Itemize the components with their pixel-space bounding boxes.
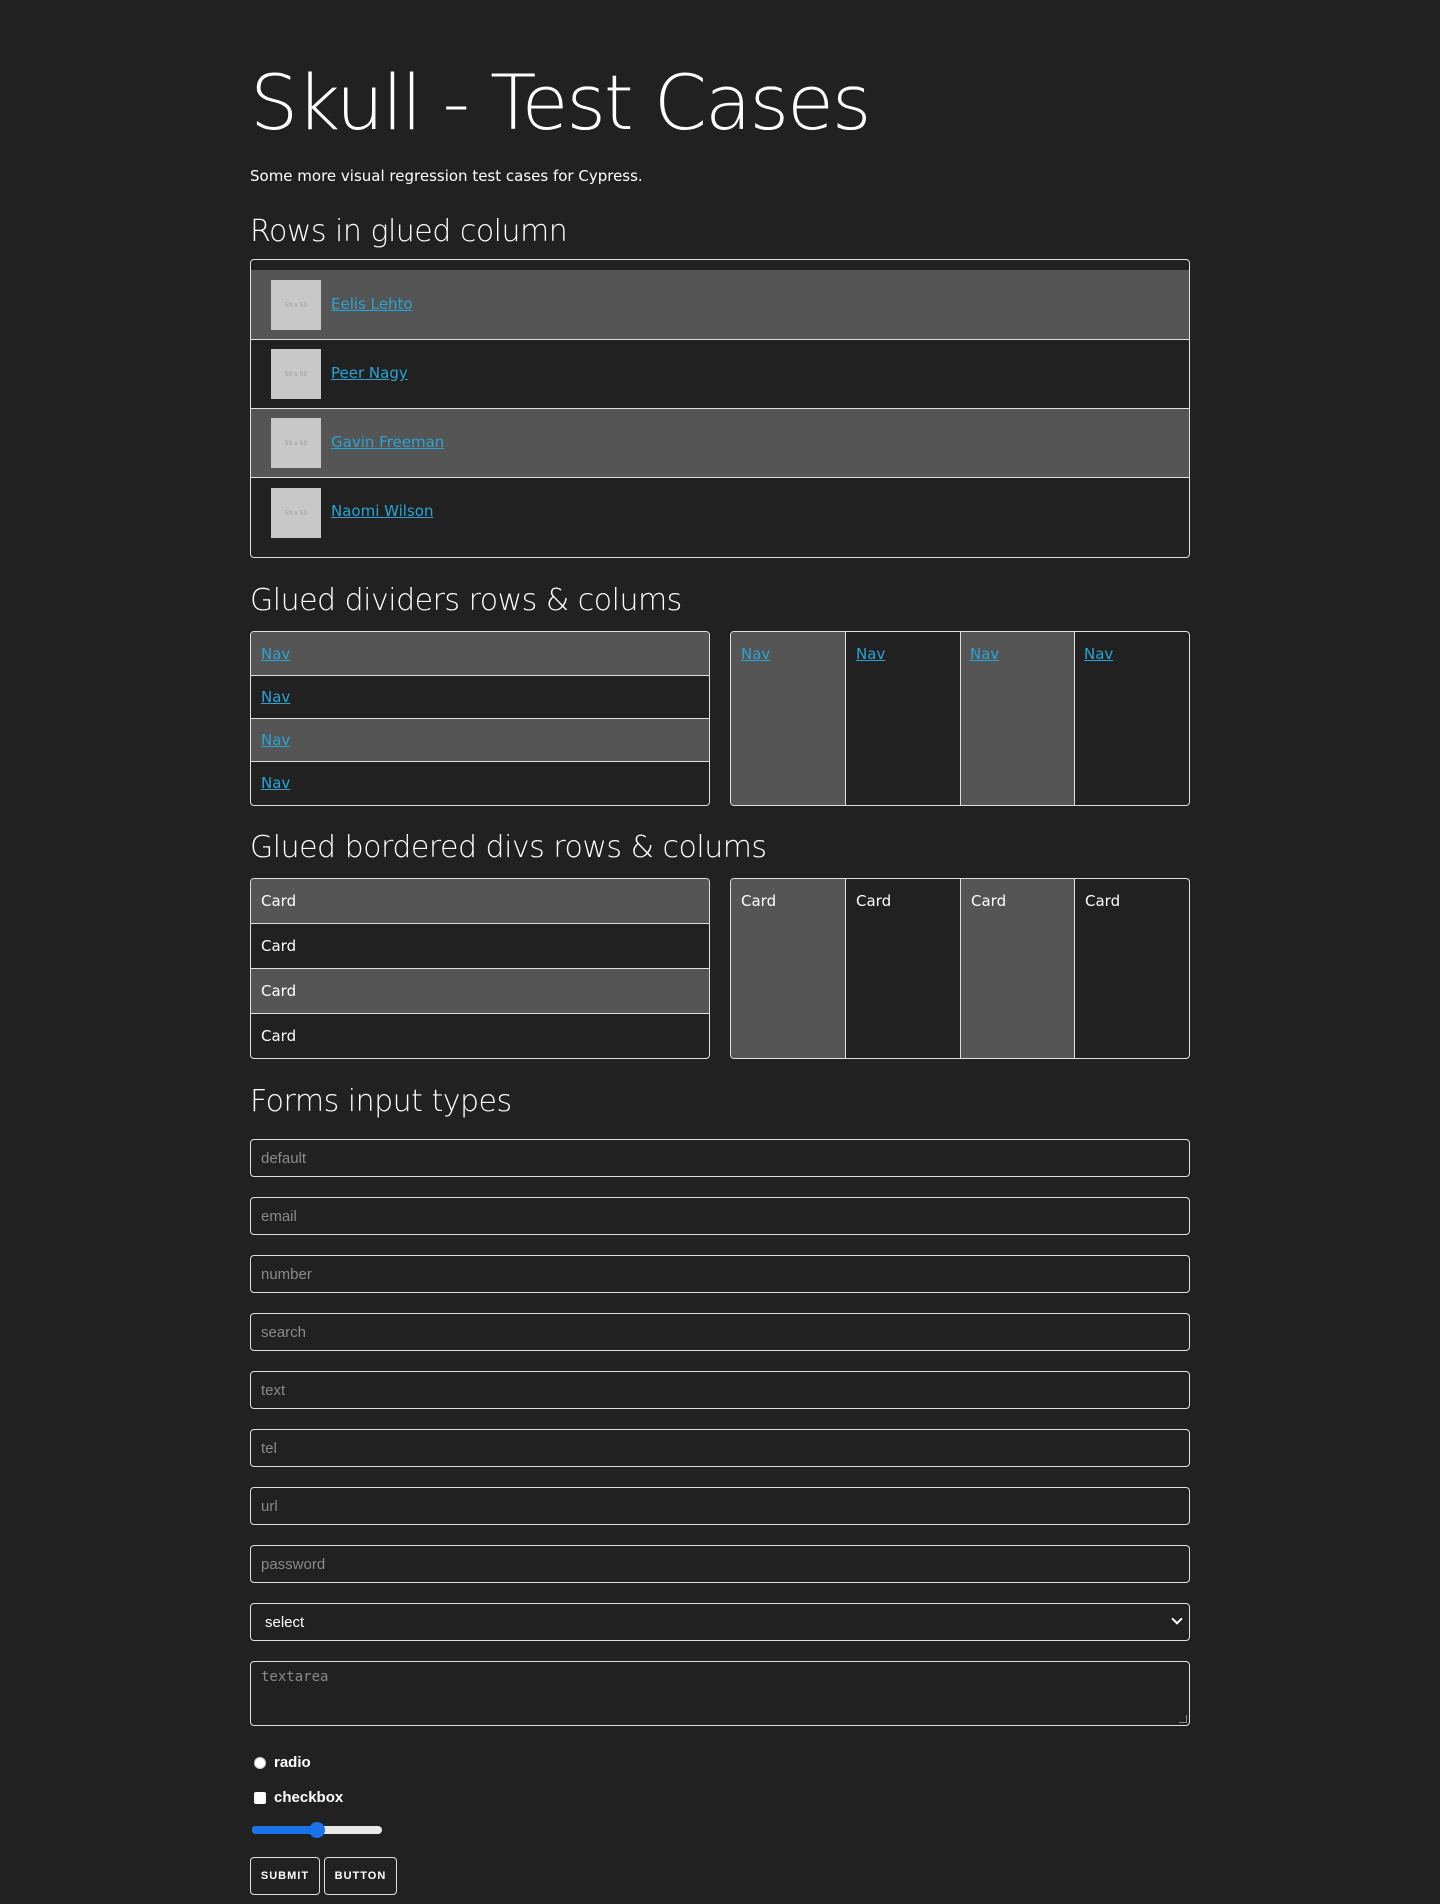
radio-option[interactable]: radio bbox=[254, 1754, 311, 1771]
card-label: Card bbox=[741, 892, 777, 910]
nav-link[interactable]: Nav bbox=[970, 645, 999, 663]
nav-row: Nav bbox=[251, 632, 709, 676]
nav-link[interactable]: Nav bbox=[261, 774, 290, 792]
user-link[interactable]: Naomi Wilson bbox=[331, 502, 433, 520]
user-link[interactable]: Eelis Lehto bbox=[331, 295, 413, 313]
range-slider[interactable] bbox=[252, 1822, 382, 1838]
nav-link[interactable]: Nav bbox=[856, 645, 885, 663]
card-cols-panel: Card Card Card Card bbox=[730, 878, 1190, 1059]
checkbox-option[interactable]: checkbox bbox=[254, 1789, 343, 1806]
range-fill bbox=[252, 1826, 317, 1834]
search-input[interactable] bbox=[250, 1313, 1190, 1351]
select-dropdown[interactable]: select bbox=[250, 1603, 1190, 1641]
nav-link[interactable]: Nav bbox=[261, 645, 290, 663]
nav-col: Nav bbox=[731, 632, 846, 805]
nav-col: Nav bbox=[846, 632, 961, 805]
checkbox[interactable] bbox=[254, 1791, 266, 1804]
nav-rows-panel: Nav Nav Nav Nav bbox=[250, 631, 710, 806]
checkbox-label: checkbox bbox=[274, 1789, 344, 1806]
number-input[interactable] bbox=[250, 1255, 1190, 1293]
button-button[interactable]: BUTTON bbox=[324, 1857, 397, 1895]
avatar: 50 x 50 bbox=[271, 280, 321, 330]
resize-grip-icon[interactable] bbox=[1179, 1715, 1187, 1723]
card-label: Card bbox=[971, 892, 1007, 910]
nav-row: Nav bbox=[251, 676, 709, 719]
card-label: Card bbox=[856, 892, 892, 910]
list-item: 50 x 50 Peer Nagy bbox=[251, 340, 1189, 409]
user-link[interactable]: Peer Nagy bbox=[331, 364, 408, 382]
user-list-panel: 50 x 50 Eelis Lehto 50 x 50 Peer Nagy 50… bbox=[250, 259, 1190, 558]
card: Card bbox=[251, 969, 709, 1014]
card-rows-panel: Card Card Card Card bbox=[250, 878, 710, 1059]
textarea-field[interactable]: textarea bbox=[250, 1661, 1190, 1726]
nav-link[interactable]: Nav bbox=[261, 688, 290, 706]
list-item: 50 x 50 Naomi Wilson bbox=[251, 478, 1189, 557]
list-item: 50 x 50 Eelis Lehto bbox=[251, 270, 1189, 340]
nav-row: Nav bbox=[251, 719, 709, 762]
email-input[interactable] bbox=[250, 1197, 1190, 1235]
radio-button[interactable] bbox=[254, 1756, 266, 1769]
card: Card bbox=[1075, 879, 1189, 1058]
card: Card bbox=[251, 924, 709, 969]
user-link[interactable]: Gavin Freeman bbox=[331, 433, 444, 451]
text-input[interactable] bbox=[250, 1371, 1190, 1409]
card: Card bbox=[731, 879, 846, 1058]
submit-button[interactable]: SUBMIT bbox=[250, 1857, 320, 1895]
page-intro: Some more visual regression test cases f… bbox=[250, 167, 643, 185]
textarea-placeholder: textarea bbox=[261, 1669, 329, 1685]
section-title-glued-column: Rows in glued column bbox=[250, 214, 568, 249]
card-label: Card bbox=[261, 892, 297, 910]
nav-link[interactable]: Nav bbox=[261, 731, 290, 749]
nav-row: Nav bbox=[251, 762, 709, 805]
section-title-bordered: Glued bordered divs rows & colums bbox=[250, 830, 767, 865]
nav-col: Nav bbox=[961, 632, 1075, 805]
page-title: Skull - Test Cases bbox=[250, 58, 871, 147]
url-input[interactable] bbox=[250, 1487, 1190, 1525]
card-label: Card bbox=[261, 1027, 297, 1045]
list-item: 50 x 50 Gavin Freeman bbox=[251, 409, 1189, 478]
card-label: Card bbox=[261, 982, 297, 1000]
nav-link[interactable]: Nav bbox=[1084, 645, 1113, 663]
card: Card bbox=[846, 879, 961, 1058]
chevron-down-icon bbox=[1171, 1613, 1183, 1625]
avatar: 50 x 50 bbox=[271, 418, 321, 468]
card-label: Card bbox=[1085, 892, 1121, 910]
select-value: select bbox=[265, 1613, 305, 1631]
nav-cols-panel: Nav Nav Nav Nav bbox=[730, 631, 1190, 806]
card: Card bbox=[251, 1014, 709, 1058]
avatar: 50 x 50 bbox=[271, 349, 321, 399]
nav-col: Nav bbox=[1075, 632, 1189, 805]
card-label: Card bbox=[261, 937, 297, 955]
section-title-forms: Forms input types bbox=[250, 1084, 512, 1119]
radio-label: radio bbox=[274, 1754, 311, 1771]
avatar: 50 x 50 bbox=[271, 488, 321, 538]
password-input[interactable] bbox=[250, 1545, 1190, 1583]
range-thumb[interactable] bbox=[309, 1822, 325, 1838]
card: Card bbox=[961, 879, 1075, 1058]
section-title-dividers: Glued dividers rows & colums bbox=[250, 583, 682, 618]
card: Card bbox=[251, 879, 709, 924]
nav-link[interactable]: Nav bbox=[741, 645, 770, 663]
tel-input[interactable] bbox=[250, 1429, 1190, 1467]
default-input[interactable] bbox=[250, 1139, 1190, 1177]
